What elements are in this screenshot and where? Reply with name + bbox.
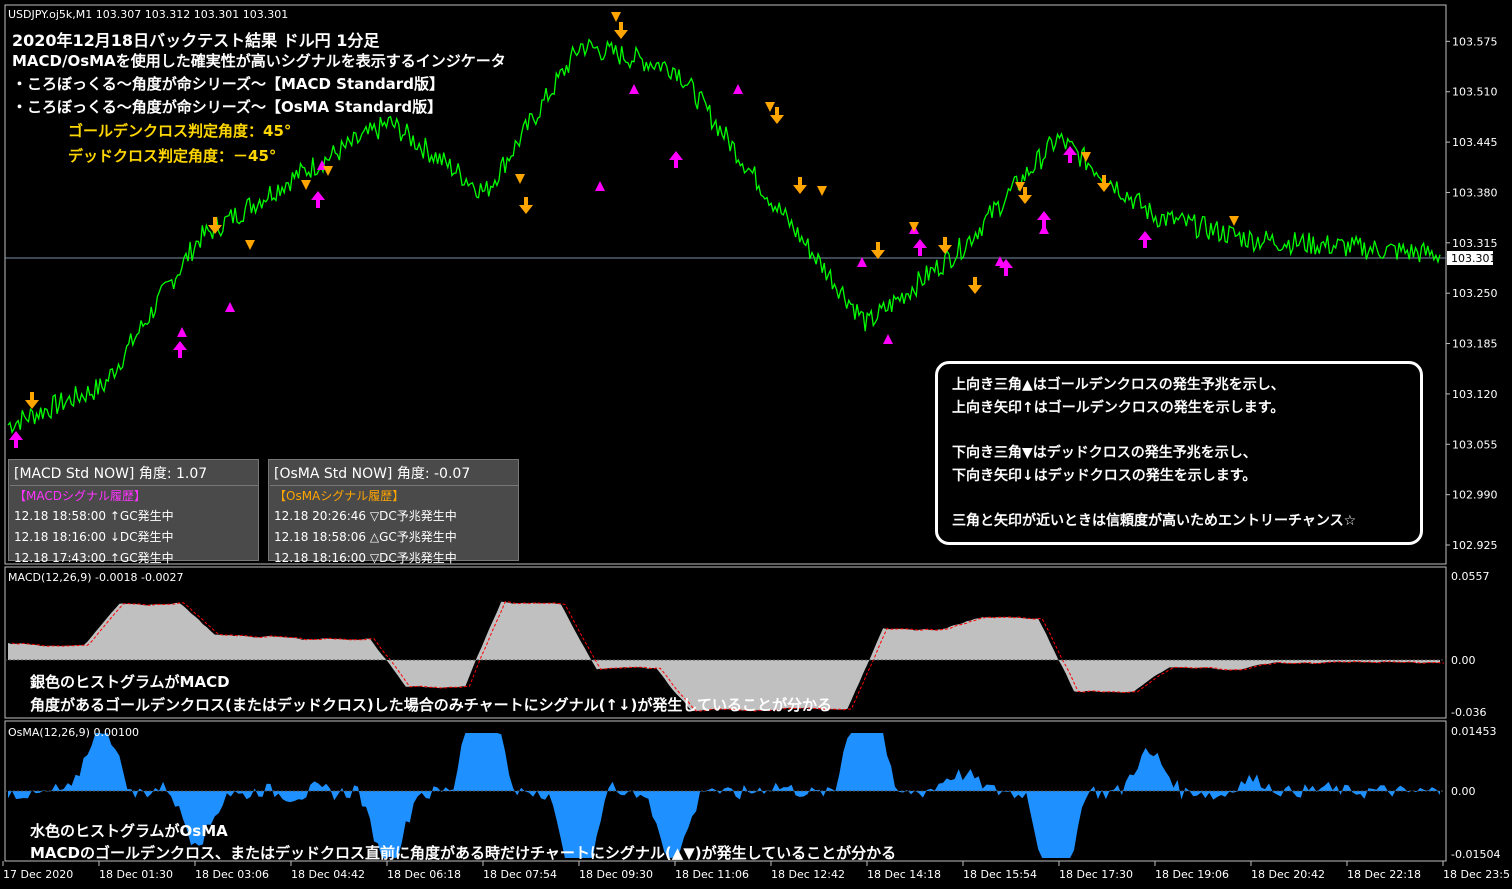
macd-axis-bottom: -0.036	[1451, 706, 1486, 719]
osma-axis-zero: 0.00	[1451, 785, 1476, 798]
macd-axis-top: 0.0557	[1451, 570, 1490, 583]
osma-history-row: 12.18 20:26:46 ▽DC予兆発生中	[274, 509, 457, 523]
annotation-line4: ・ころぼっくる～角度が命シリーズ～【OsMA Standard版】	[12, 98, 443, 116]
price-axis-label: 103.445	[1452, 136, 1498, 149]
signal-legend-note: 上向き三角▲はゴールデンクロスの発生予兆を示し、 上向き矢印↑はゴールデンクロス…	[935, 361, 1423, 545]
note-line: 下向き三角▼はデッドクロスの発生予兆を示し、	[952, 445, 1257, 461]
macd-note-2: 角度があるゴールデンクロス(またはデッドクロス)した場合のみチャートにシグナル(…	[30, 696, 832, 714]
osma-panel-header: [OsMA Std NOW] 角度: -0.07	[270, 461, 518, 486]
time-axis-label: 18 Dec 19:06	[1155, 868, 1229, 881]
macd-history-row: 12.18 18:58:00 ↑GC発生中	[14, 509, 174, 523]
price-axis-label: 103.575	[1452, 35, 1498, 48]
time-axis-label: 18 Dec 09:30	[579, 868, 653, 881]
time-axis-label: 18 Dec 23:5	[1443, 868, 1510, 881]
macd-history-row: 12.18 17:43:00 ↑GC発生中	[14, 551, 174, 565]
annotation-title: 2020年12月18日バックテスト結果 ドル円 1分足	[12, 31, 380, 50]
time-axis-label: 18 Dec 01:30	[99, 868, 173, 881]
price-axis-label: 102.925	[1452, 539, 1498, 552]
macd-axis-zero: 0.00	[1451, 654, 1476, 667]
macd-label: MACD(12,26,9) -0.0018 -0.0027	[8, 571, 183, 584]
note-line: 上向き三角▲はゴールデンクロスの発生予兆を示し、	[952, 377, 1285, 393]
price-axis-label: 103.055	[1452, 438, 1498, 451]
price-axis-label: 102.990	[1452, 489, 1498, 502]
time-axis-label: 18 Dec 22:18	[1347, 868, 1421, 881]
osma-axis-bottom: -0.01504	[1451, 848, 1500, 861]
macd-history-row: 12.18 18:16:00 ↓DC発生中	[14, 530, 174, 544]
time-axis-label: 18 Dec 11:06	[675, 868, 749, 881]
current-price-label: 103.301	[1451, 252, 1497, 265]
time-axis-label: 18 Dec 15:54	[963, 868, 1037, 881]
time-axis-label: 18 Dec 14:18	[867, 868, 941, 881]
osma-history-row: 12.18 18:16:00 ▽DC予兆発生中	[274, 551, 457, 565]
macd-panel-subtitle: 【MACDシグナル履歴】	[14, 489, 146, 503]
price-axis-label: 103.185	[1452, 338, 1498, 351]
time-axis-label: 18 Dec 04:42	[291, 868, 365, 881]
annotation-line2: MACD/OsMAを使用した確実性が高いシグナルを表示するインジケータ	[12, 52, 506, 70]
time-axis-label: 18 Dec 06:18	[387, 868, 461, 881]
time-axis-label: 18 Dec 03:06	[195, 868, 269, 881]
price-axis-label: 103.315	[1452, 237, 1498, 250]
time-axis-label: 17 Dec 2020	[3, 868, 73, 881]
annotation-line3: ・ころぼっくる～角度が命シリーズ～【MACD Standard版】	[12, 75, 444, 93]
symbol-info: USDJPY.oj5k,M1 103.307 103.312 103.301 1…	[8, 8, 288, 21]
osma-note-2: MACDのゴールデンクロス、またはデッドクロス直前に角度がある時だけチャートにシ…	[30, 844, 897, 862]
time-axis-label: 18 Dec 07:54	[483, 868, 557, 881]
note-line: 下向き矢印↓はデッドクロスの発生を示します。	[952, 468, 1257, 484]
price-axis: 103.575 103.510 103.445 103.380 103.315 103.2…	[1446, 35, 1498, 552]
price-axis-label: 103.120	[1452, 388, 1498, 401]
price-axis-label: 103.510	[1452, 86, 1498, 99]
macd-panel-header: [MACD Std NOW] 角度: 1.07	[10, 461, 258, 486]
osma-history-row: 12.18 18:58:06 △GC予兆発生中	[274, 530, 457, 544]
time-axis: 17 Dec 2020 18 Dec 01:30 18 Dec 03:06 18 De…	[2, 861, 1510, 881]
macd-note-1: 銀色のヒストグラムがMACD	[30, 673, 230, 691]
time-axis-label: 18 Dec 20:42	[1251, 868, 1325, 881]
osma-panel-subtitle: 【OsMAシグナル履歴】	[274, 489, 405, 503]
osma-label: OsMA(12,26,9) 0.00100	[8, 726, 139, 739]
note-line: 三角と矢印が近いときは信頼度が高いためエントリーチャンス☆	[952, 513, 1357, 529]
price-axis-label: 103.250	[1452, 287, 1498, 300]
time-axis-label: 18 Dec 12:42	[771, 868, 845, 881]
note-line: 上向き矢印↑はゴールデンクロスの発生を示します。	[952, 400, 1285, 416]
dc-angle-label: デッドクロス判定角度：－45°	[68, 147, 277, 165]
osma-axis-top: 0.01453	[1451, 725, 1497, 738]
gc-angle-label: ゴールデンクロス判定角度：45°	[68, 122, 292, 140]
macd-info-panel: [MACD Std NOW] 角度: 1.07 【MACDシグナル履歴】 12.…	[8, 459, 259, 565]
price-axis-label: 103.380	[1452, 186, 1498, 199]
osma-note-1: 水色のヒストグラムがOsMA	[30, 822, 228, 840]
osma-info-panel: [OsMA Std NOW] 角度: -0.07 【OsMAシグナル履歴】 12…	[268, 459, 519, 565]
time-axis-label: 18 Dec 17:30	[1059, 868, 1133, 881]
